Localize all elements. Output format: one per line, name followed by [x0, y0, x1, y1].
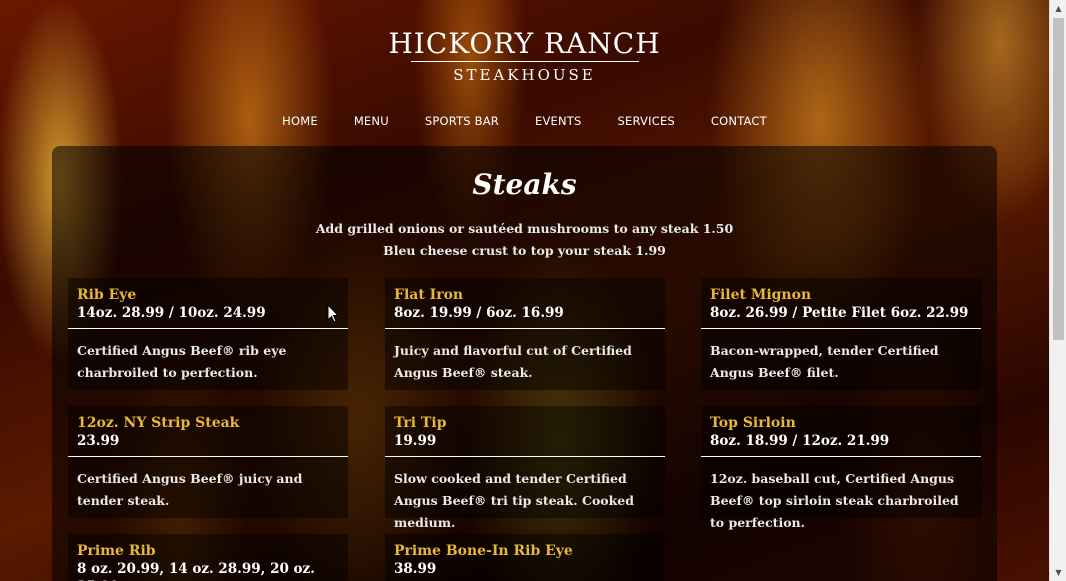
menu-item-price: 8oz. 19.99 / 6oz. 16.99: [394, 305, 564, 321]
menu-item-header: Top Sirloin 8oz. 18.99 / 12oz. 21.99: [701, 406, 981, 457]
logo-divider: [410, 61, 639, 62]
logo-main-text: HICKORY RANCH: [388, 27, 661, 60]
menu-item-card: Flat Iron 8oz. 19.99 / 6oz. 16.99 Juicy …: [385, 278, 665, 390]
menu-item-name: Rib Eye: [77, 287, 137, 303]
scroll-down-arrow-icon[interactable]: ▼: [1050, 564, 1066, 581]
menu-item-name: Flat Iron: [394, 287, 464, 303]
menu-item-card: Top Sirloin 8oz. 18.99 / 12oz. 21.99 12o…: [701, 406, 981, 530]
menu-item-card: 12oz. NY Strip Steak 23.99 Certified Ang…: [68, 406, 348, 518]
nav-services[interactable]: SERVICES: [600, 114, 693, 128]
menu-item-header: Tri Tip 19.99: [385, 406, 665, 457]
menu-item-description: Certified Angus Beef® rib eye charbroile…: [77, 343, 287, 380]
menu-item-price: 8oz. 26.99 / Petite Filet 6oz. 22.99: [710, 305, 969, 321]
menu-item-price: 8 oz. 20.99, 14 oz. 28.99, 20 oz. 35.99: [77, 561, 315, 581]
nav-home[interactable]: HOME: [264, 114, 336, 128]
menu-item-card: Tri Tip 19.99 Slow cooked and tender Cer…: [385, 406, 665, 530]
menu-item-price: 14oz. 28.99 / 10oz. 24.99: [77, 305, 266, 321]
section-note-bleu: Bleu cheese crust to top your steak 1.99: [383, 243, 666, 258]
menu-item-header: 12oz. NY Strip Steak 23.99: [68, 406, 348, 457]
menu-item-header: Filet Mignon 8oz. 26.99 / Petite Filet 6…: [701, 278, 981, 329]
menu-item-price: 19.99: [394, 433, 437, 449]
menu-item-card: Prime Rib 8 oz. 20.99, 14 oz. 28.99, 20 …: [68, 534, 348, 581]
section-title: Steaks: [472, 168, 577, 201]
nav-events[interactable]: EVENTS: [517, 114, 600, 128]
menu-item-card: Rib Eye 14oz. 28.99 / 10oz. 24.99 Certif…: [68, 278, 348, 390]
mouse-cursor-icon: [327, 304, 339, 323]
nav-contact[interactable]: CONTACT: [693, 114, 785, 128]
vertical-scrollbar[interactable]: ▲ ▼: [1049, 0, 1066, 581]
menu-item-header: Flat Iron 8oz. 19.99 / 6oz. 16.99: [385, 278, 665, 329]
menu-item-name: Prime Rib: [77, 543, 156, 559]
logo-sub-text: STEAKHOUSE: [453, 66, 596, 84]
menu-item-price: 38.99: [394, 561, 437, 577]
menu-item-header: Prime Bone-In Rib Eye 38.99: [385, 534, 665, 581]
main-nav: HOME MENU SPORTS BAR EVENTS SERVICES CON…: [0, 114, 1049, 128]
scroll-up-arrow-icon[interactable]: ▲: [1050, 0, 1066, 17]
menu-item-description: 12oz. baseball cut, Certified Angus Beef…: [710, 471, 959, 530]
scrollbar-thumb[interactable]: [1053, 18, 1064, 340]
menu-item-name: Top Sirloin: [710, 415, 796, 431]
menu-item-card: Filet Mignon 8oz. 26.99 / Petite Filet 6…: [701, 278, 981, 390]
menu-item-name: 12oz. NY Strip Steak: [77, 415, 240, 431]
menu-item-header: Rib Eye 14oz. 28.99 / 10oz. 24.99: [68, 278, 348, 329]
menu-item-header: Prime Rib 8 oz. 20.99, 14 oz. 28.99, 20 …: [68, 534, 348, 581]
menu-item-description: Certified Angus Beef® juicy and tender s…: [77, 471, 303, 508]
menu-item-price: 23.99: [77, 433, 120, 449]
nav-menu[interactable]: MENU: [336, 114, 407, 128]
section-note-onions: Add grilled onions or sautéed mushrooms …: [315, 221, 734, 236]
menu-item-name: Tri Tip: [394, 415, 447, 431]
menu-item-card: Prime Bone-In Rib Eye 38.99: [385, 534, 665, 581]
menu-item-description: Bacon-wrapped, tender Certified Angus Be…: [710, 343, 939, 380]
site-logo[interactable]: HICKORY RANCH STEAKHOUSE: [0, 27, 1049, 84]
menu-item-name: Prime Bone-In Rib Eye: [394, 543, 573, 559]
menu-item-price: 8oz. 18.99 / 12oz. 21.99: [710, 433, 890, 449]
menu-item-description: Slow cooked and tender Certified Angus B…: [394, 471, 634, 530]
nav-sports-bar[interactable]: SPORTS BAR: [407, 114, 517, 128]
menu-item-name: Filet Mignon: [710, 287, 812, 303]
menu-item-description: Juicy and flavorful cut of Certified Ang…: [394, 343, 632, 380]
